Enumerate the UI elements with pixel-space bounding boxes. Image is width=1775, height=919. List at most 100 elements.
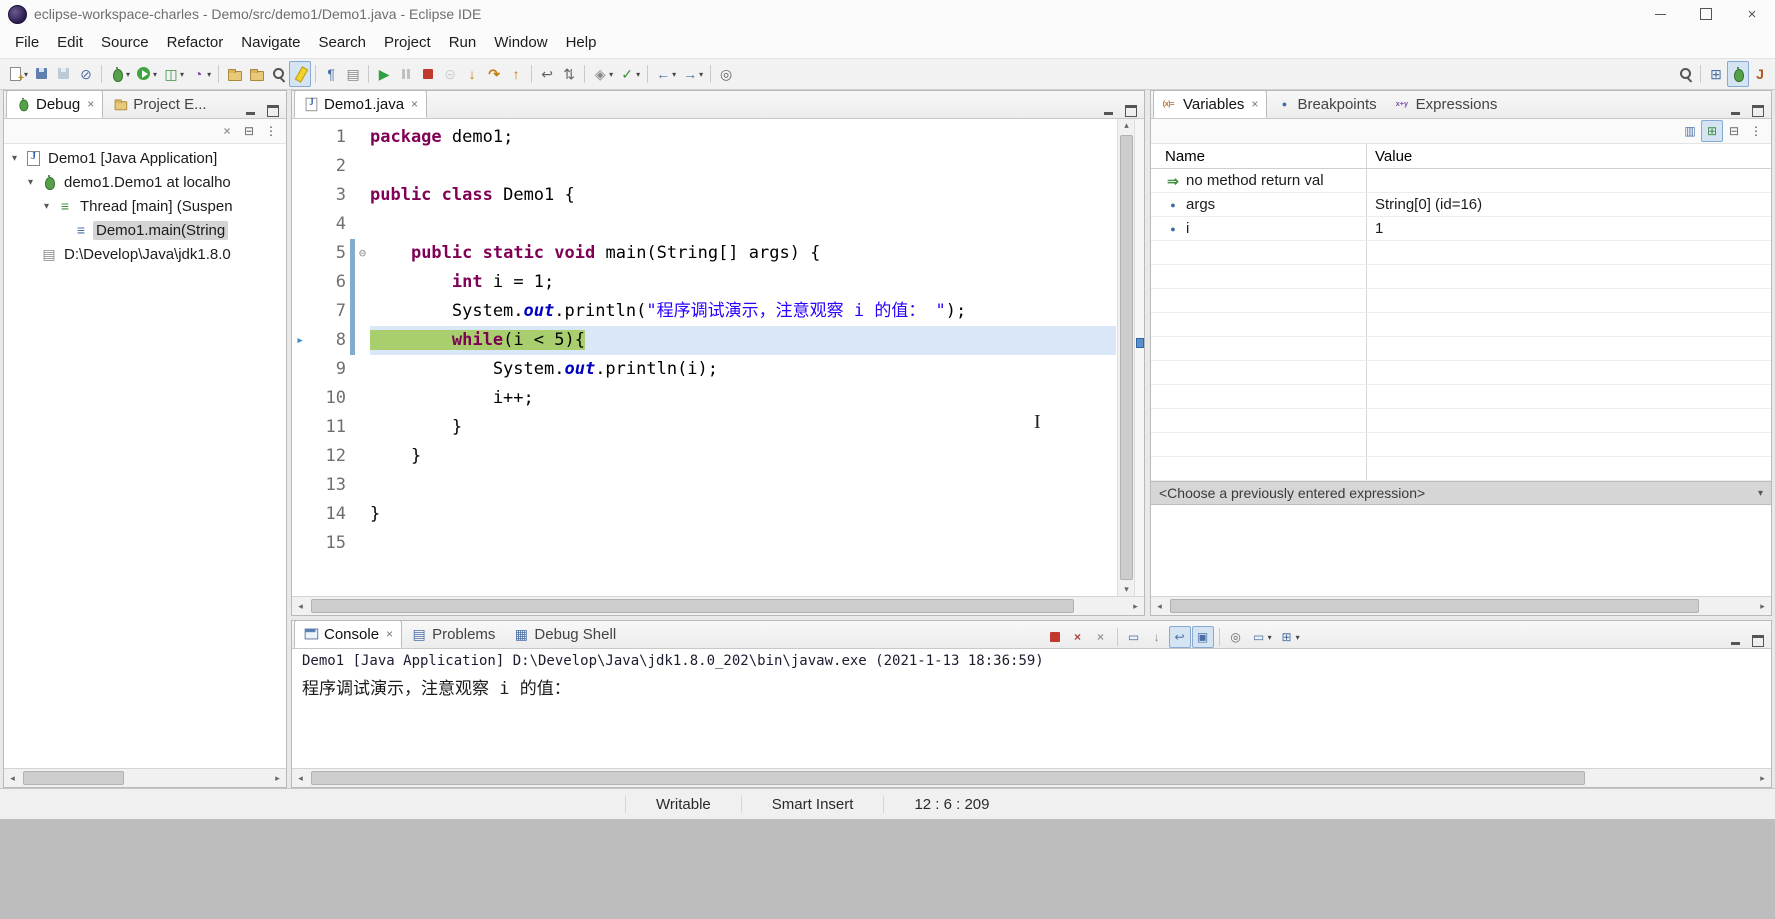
menu-navigate[interactable]: Navigate <box>232 28 309 58</box>
variable-row[interactable]: ●i1 <box>1151 217 1771 241</box>
search-toolbar-button[interactable] <box>1674 61 1696 87</box>
scroll-up-icon[interactable]: ▴ <box>1118 120 1135 131</box>
scroll-track[interactable] <box>309 769 1754 787</box>
step-over-button[interactable]: ↷ <box>483 61 505 87</box>
maximize-view-icon[interactable] <box>1749 632 1767 648</box>
editor-vscrollbar[interactable]: ▴ ▾ <box>1117 119 1135 596</box>
minimize-view-icon[interactable] <box>1727 632 1745 648</box>
step-return-button[interactable]: ↑ <box>505 61 527 87</box>
console-output[interactable]: 程序调试演示，注意观察 i 的值： <box>292 673 1771 768</box>
maximize-window-button[interactable] <box>1683 0 1729 28</box>
debug-tree-item[interactable]: ▾Demo1 [Java Application] <box>4 146 286 170</box>
search-button[interactable] <box>267 61 289 87</box>
scroll-right-icon[interactable]: ▸ <box>1127 601 1144 612</box>
disconnect-button[interactable]: ⊝ <box>439 61 461 87</box>
line-number[interactable]: 15 <box>308 529 350 558</box>
annotation-ruler[interactable] <box>292 210 308 239</box>
console-view-tab-problems[interactable]: ▤Problems <box>402 621 504 648</box>
code-line[interactable]: 13 <box>292 471 1116 500</box>
scroll-right-icon[interactable]: ▸ <box>1754 601 1771 612</box>
show-type-names-button[interactable]: ▥ <box>1679 120 1701 142</box>
show-logical-structures-button[interactable]: ⊞ <box>1701 120 1723 142</box>
line-number[interactable]: 14 <box>308 500 350 529</box>
scroll-left-icon[interactable]: ◂ <box>292 773 309 784</box>
variable-row[interactable]: ⇒no method return val <box>1151 169 1771 193</box>
line-number[interactable]: 3 <box>308 181 350 210</box>
line-number[interactable]: 11 <box>308 413 350 442</box>
maximize-view-icon[interactable] <box>1749 102 1767 118</box>
line-number[interactable]: 6 <box>308 268 350 297</box>
annotation-ruler[interactable] <box>292 384 308 413</box>
maximize-view-icon[interactable] <box>1122 102 1140 118</box>
scroll-thumb[interactable] <box>311 771 1585 785</box>
show-console-on-output-button[interactable]: ▣ <box>1192 626 1214 648</box>
code-line[interactable]: 6 int i = 1; <box>292 268 1116 297</box>
debug-view-tab-project-e[interactable]: Project E... <box>103 91 215 118</box>
annotation-ruler[interactable] <box>292 529 308 558</box>
save-all-button[interactable] <box>53 61 75 87</box>
open-task-button[interactable]: ✓▾ <box>616 61 643 87</box>
line-number[interactable]: 2 <box>308 152 350 181</box>
print-button[interactable]: ▤ <box>342 61 364 87</box>
pin-console-button[interactable]: ◎ <box>1225 626 1247 648</box>
scroll-left-icon[interactable]: ◂ <box>1151 601 1168 612</box>
run-last-tool-button[interactable]: ◈▾ <box>589 61 616 87</box>
code-line[interactable]: 1package demo1; <box>292 123 1116 152</box>
use-step-filters-button[interactable]: ⇅ <box>558 61 580 87</box>
maximize-view-icon[interactable] <box>264 102 282 118</box>
chevron-down-icon[interactable]: ▾ <box>1758 488 1763 499</box>
back-dropdown-icon[interactable]: ▾ <box>672 70 676 79</box>
menu-run[interactable]: Run <box>440 28 486 58</box>
debug-hscrollbar[interactable]: ◂ ▸ <box>4 768 286 787</box>
menu-help[interactable]: Help <box>557 28 606 58</box>
open-type-button[interactable] <box>245 61 267 87</box>
debug-view-menu-button[interactable]: ⋮ <box>260 120 282 142</box>
fold-collapse-icon[interactable]: ⊖ <box>355 239 370 268</box>
debug-perspective-button[interactable] <box>1727 61 1749 87</box>
word-wrap-button[interactable]: ↩ <box>1169 626 1191 648</box>
scroll-right-icon[interactable]: ▸ <box>269 773 286 784</box>
menu-source[interactable]: Source <box>92 28 158 58</box>
debug-dropdown-icon[interactable]: ▾ <box>126 70 130 79</box>
line-number[interactable]: 8 <box>308 326 350 355</box>
skip-all-breakpoints-button[interactable]: ⊘ <box>75 61 97 87</box>
line-number[interactable]: 12 <box>308 442 350 471</box>
drop-to-frame-button[interactable]: ↩ <box>536 61 558 87</box>
new-wizard-dropdown-icon[interactable]: ▾ <box>24 70 28 79</box>
instruction-pointer-icon[interactable]: ▸ <box>292 326 308 355</box>
java-perspective-button[interactable]: J <box>1749 61 1771 87</box>
code-line[interactable]: 4 <box>292 210 1116 239</box>
expander-icon[interactable]: ▾ <box>24 177 37 188</box>
menu-project[interactable]: Project <box>375 28 440 58</box>
console-view-tab-debug-shell[interactable]: ▦Debug Shell <box>504 621 625 648</box>
close-tab-icon[interactable]: × <box>87 97 94 111</box>
remove-launch-button[interactable]: × <box>1067 626 1089 648</box>
minimize-view-icon[interactable] <box>242 102 260 118</box>
back-button[interactable]: ←▾ <box>652 61 679 87</box>
variables-hscrollbar[interactable]: ◂ ▸ <box>1151 596 1771 615</box>
code-line[interactable]: 11 } <box>292 413 1116 442</box>
close-tab-icon[interactable]: × <box>1251 97 1258 111</box>
coverage-dropdown-icon[interactable]: ▾ <box>180 70 184 79</box>
display-selected-console-button[interactable]: ▭▾ <box>1248 626 1275 648</box>
code-line[interactable]: 2 <box>292 152 1116 181</box>
annotation-ruler[interactable] <box>292 355 308 384</box>
scroll-track[interactable] <box>1168 597 1754 615</box>
close-tab-icon[interactable]: × <box>411 97 418 111</box>
display-selected-console-dropdown-icon[interactable]: ▾ <box>1268 633 1272 642</box>
open-perspective-button[interactable]: ⊞ <box>1705 61 1727 87</box>
variables-view-tab-expressions[interactable]: Expressions <box>1386 91 1507 118</box>
expander-icon[interactable]: ▾ <box>8 153 21 164</box>
terminate-button[interactable] <box>417 61 439 87</box>
annotation-ruler[interactable] <box>292 471 308 500</box>
pin-editor-button[interactable]: ◎ <box>715 61 737 87</box>
code-line[interactable]: 5⊖ public static void main(String[] args… <box>292 239 1116 268</box>
resume-button[interactable]: ▶ <box>373 61 395 87</box>
terminate-console-button[interactable] <box>1044 626 1066 648</box>
debug-tree-item[interactable]: ≡Demo1.main(String <box>4 218 286 242</box>
external-tools-dropdown-icon[interactable]: ▾ <box>207 70 211 79</box>
scroll-thumb[interactable] <box>311 599 1074 613</box>
scroll-thumb[interactable] <box>23 771 124 785</box>
variable-row[interactable]: ●argsString[0] (id=16) <box>1151 193 1771 217</box>
minimize-window-button[interactable] <box>1637 0 1683 28</box>
